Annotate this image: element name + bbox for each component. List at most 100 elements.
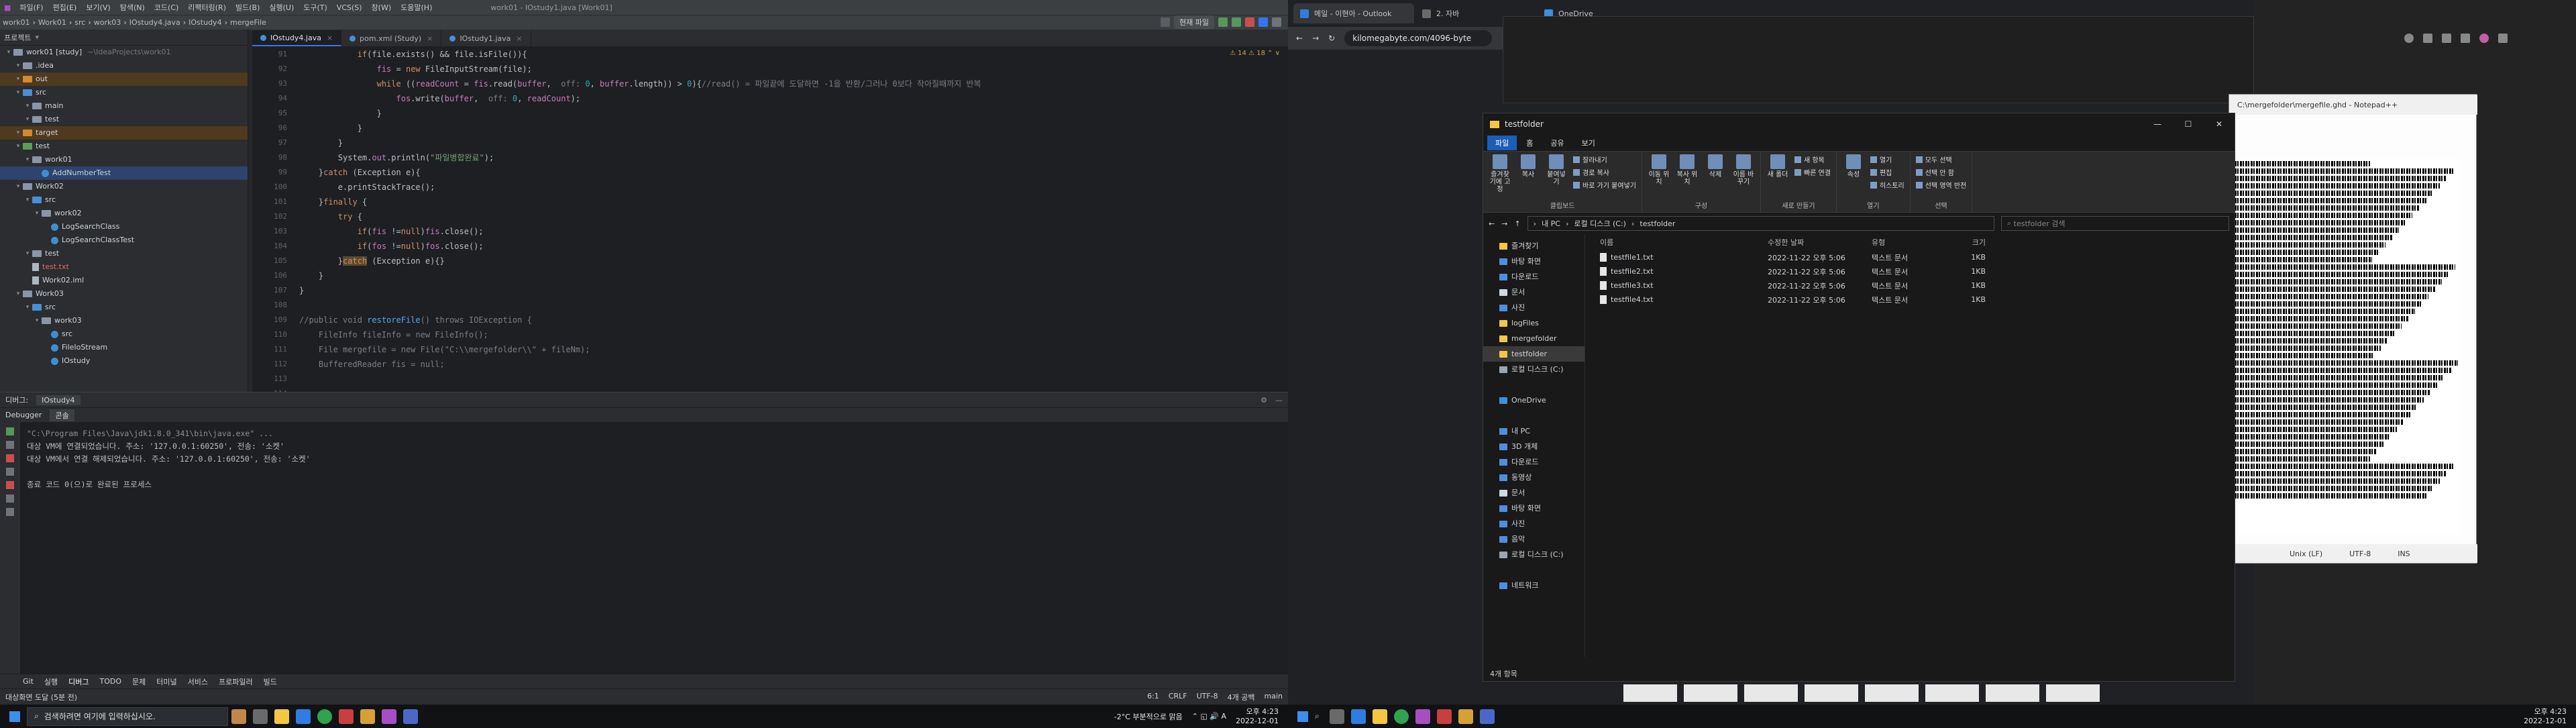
project-title[interactable]: 프로젝트 [4,32,31,43]
tree-row[interactable]: ▾ work03 [0,314,248,327]
breadcrumb-item[interactable]: mergeFile [227,18,269,27]
chevron-icon[interactable]: ▾ [13,72,23,86]
tree-row[interactable]: Work02.iml [0,274,248,287]
tree-row[interactable]: IOstudy [0,354,248,368]
tree-row[interactable]: ▾ Work03 [0,287,248,301]
app-icon[interactable] [1436,709,1452,724]
hammer-icon[interactable] [1161,17,1171,27]
camera-icon[interactable] [6,508,14,516]
menu-item[interactable]: 리팩터링(R) [183,2,231,13]
path-segment[interactable]: testfolder [1640,219,1675,228]
gear-icon[interactable]: ⚙ [1260,396,1267,405]
breadcrumb-item[interactable]: work01 [0,18,33,27]
windows-start-icon[interactable] [1297,711,1308,722]
debug-icon[interactable] [1232,17,1241,27]
mail-icon[interactable] [296,709,311,724]
nav-item[interactable]: 바탕 화면 [1483,254,1585,269]
breadcrumb-item[interactable]: IOstudy4 [186,18,224,27]
chevron-icon[interactable]: ▾ [13,126,23,140]
file-row[interactable]: testfile4.txt 2022-11-22 오후 5:06 텍스트 문서 1KB [1591,293,2236,307]
debugger-tab[interactable]: Debugger [5,411,42,419]
forward-icon[interactable]: → [1501,219,1507,228]
reload-icon[interactable]: ↻ [1328,34,1335,43]
search-icon[interactable] [1258,17,1268,27]
nav-item[interactable]: OneDrive [1483,393,1585,408]
menu-item[interactable]: 편집(E) [48,2,82,13]
editor-tab[interactable]: pom.xml (Study) × [341,30,442,46]
ribbon-small-button[interactable]: 선택 안 함 [1915,167,1967,177]
nav-item[interactable]: 사진 [1483,516,1585,531]
tree-row[interactable]: ▾ .idea [0,59,248,72]
up-icon[interactable]: ↑ [1514,219,1520,228]
ribbon-tab[interactable]: 공유 [1542,136,1572,150]
ribbon-button[interactable]: 복사 [1517,154,1540,200]
nav-item[interactable]: 동영상 [1483,470,1585,485]
chevron-icon[interactable]: ▾ [23,247,32,260]
app-icon[interactable] [1479,709,1495,724]
path-segment[interactable]: 로컬 디스크 (C:) [1574,218,1626,229]
sidebar-icon[interactable] [2461,34,2470,43]
chevron-icon[interactable]: ▾ [23,301,32,314]
pause-icon[interactable] [6,468,14,476]
breadcrumb-item[interactable]: src [72,18,88,27]
minimize-icon[interactable]: — [1275,396,1283,405]
nav-item[interactable]: testfolder [1483,346,1585,362]
ribbon-button[interactable]: 즐겨찾기에 고정 [1489,154,1511,200]
breakpoint-icon[interactable] [6,481,14,489]
tool-window-button[interactable]: 문제 [132,676,146,687]
mute-breakpoints-icon[interactable] [6,495,14,503]
ribbon-tab[interactable]: 홈 [1518,136,1541,150]
chevron-icon[interactable]: ▾ [4,46,13,59]
status-indicator[interactable]: UTF-8 [1197,692,1218,703]
rerun-icon[interactable] [6,427,14,435]
chevron-icon[interactable]: ▾ [13,59,23,72]
chevron-icon[interactable]: ▾ [32,314,42,327]
menu-item[interactable]: 코드(C) [150,2,184,13]
back-icon[interactable]: ← [1296,34,1303,43]
status-indicator[interactable]: 4개 공백 [1228,692,1255,703]
breadcrumb-item[interactable]: Work01 [36,18,69,27]
ribbon-button[interactable]: 이름 바꾸기 [1732,154,1755,200]
nav-item[interactable]: 로컬 디스크 (C:) [1483,362,1585,377]
gear-icon[interactable] [1272,17,1281,27]
ribbon-small-button[interactable]: 히스토리 [1870,180,1904,190]
menu-item[interactable]: 도움말(H) [396,2,437,13]
chrome-icon[interactable] [317,709,332,724]
extension-icon[interactable] [2404,34,2414,43]
maximize-button[interactable]: ☐ [2173,119,2204,129]
tool-window-button[interactable]: 빌드 [264,676,277,687]
chevron-icon[interactable]: ▾ [13,180,23,193]
breadcrumb-item[interactable]: work03 [91,18,124,27]
tree-row[interactable]: ▾ work01 [0,153,248,166]
ribbon-button[interactable]: 복사 위치 [1676,154,1699,200]
tree-row[interactable]: ▾ Work02 [0,180,248,193]
chevron-icon[interactable]: ▾ [32,207,42,220]
nav-item[interactable]: 로컬 디스크 (C:) [1483,547,1585,562]
app-icon[interactable] [360,709,375,724]
close-icon[interactable]: × [327,34,333,42]
notepad-text[interactable] [2235,159,2460,535]
status-indicator[interactable]: 6:1 [1147,692,1159,703]
menu-item[interactable]: 창(W) [367,2,396,13]
code-editor[interactable]: IOstudy4.java × pom.xml (Study) × IOstudy1.j… [252,30,1288,442]
tree-row[interactable]: ▾ src [0,193,248,207]
windows-start-icon[interactable] [9,711,20,722]
nav-item[interactable]: 문서 [1483,284,1585,300]
nav-item[interactable]: 다운로드 [1483,454,1585,470]
tree-row[interactable]: test.txt [0,260,248,274]
tree-row[interactable]: LogSearchClassTest [0,233,248,247]
menu-item[interactable]: 보기(V) [81,2,115,13]
forward-icon[interactable]: → [1312,34,1319,43]
tool-window-button[interactable]: 프로파일러 [219,676,253,687]
tree-row[interactable]: ▾ target [0,126,248,140]
menu-item[interactable]: 실행(U) [264,2,299,13]
search-input[interactable]: ⌕ testfolder 검색 [2001,216,2229,231]
chrome-icon[interactable] [1393,709,1409,724]
avatar[interactable] [2479,34,2489,43]
edge-icon[interactable] [1350,709,1366,724]
file-row[interactable]: testfile3.txt 2022-11-22 오후 5:06 텍스트 문서 1KB [1591,278,2236,293]
chevron-icon[interactable]: ▾ [23,193,32,207]
ribbon-small-button[interactable]: 빠른 연결 [1794,167,1831,177]
editor-tab[interactable]: IOstudy1.java × [441,30,531,46]
ribbon-small-button[interactable]: 열기 [1870,154,1904,164]
